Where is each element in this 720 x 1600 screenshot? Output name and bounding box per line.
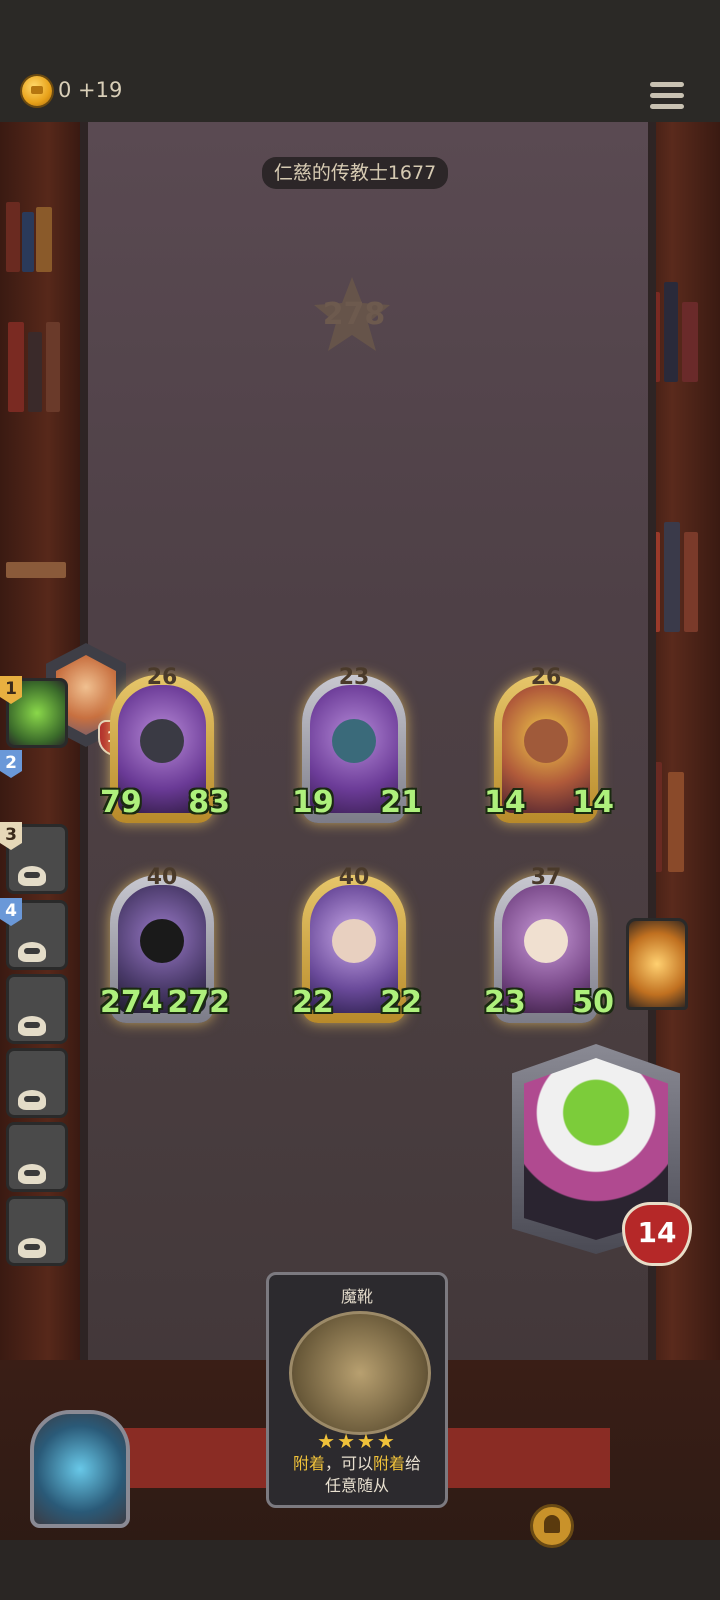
- card-stars: ★★★★: [317, 1429, 397, 1453]
- skull-icon: [18, 942, 46, 962]
- board-minion[interactable]: 40 22 22: [290, 865, 424, 1035]
- gold-counter: 0 +19: [58, 78, 123, 102]
- skull-icon: [18, 1016, 46, 1036]
- opponent-rank: 278: [322, 297, 386, 332]
- skull-icon: [18, 1164, 46, 1184]
- boots-card-art: [289, 1311, 431, 1435]
- board-minion[interactable]: 26 14 14: [482, 665, 616, 835]
- minion-tier: 40: [144, 861, 180, 895]
- menu-icon[interactable]: [650, 82, 684, 116]
- minion-health: 83: [188, 783, 232, 823]
- minion-attack: 23: [482, 983, 526, 1023]
- leaderboard-entry[interactable]: [0, 1120, 68, 1192]
- card-text-part: 给: [405, 1454, 422, 1473]
- skull-icon: [18, 1090, 46, 1110]
- board-minion[interactable]: 40 274 272: [98, 865, 232, 1035]
- minion-attack: 22: [290, 983, 334, 1023]
- card-description: 附着，可以附着给 任意随从: [277, 1453, 437, 1497]
- card-keyword: 附着: [373, 1454, 406, 1473]
- leaderboard-entry[interactable]: [0, 972, 68, 1044]
- minion-health: 14: [572, 783, 616, 823]
- minion-tier: 37: [528, 861, 564, 895]
- minion-tier: 26: [144, 661, 180, 695]
- bell-icon[interactable]: [530, 1504, 574, 1548]
- bottom-bar: [0, 1540, 720, 1600]
- minion-tier: 26: [528, 661, 564, 695]
- skull-icon: [18, 866, 46, 886]
- minion-health: 22: [380, 983, 424, 1023]
- board-minion[interactable]: 37 23 50: [482, 865, 616, 1035]
- board-minion[interactable]: 26 79 83: [98, 665, 232, 835]
- leaderboard-place: 2: [0, 750, 22, 778]
- minion-attack: 79: [98, 783, 142, 823]
- card-title: 魔靴: [340, 1287, 373, 1306]
- minion-attack: 14: [482, 783, 526, 823]
- minion-health: 50: [572, 983, 616, 1023]
- leaderboard-entry[interactable]: [0, 1194, 68, 1266]
- card-text-part: 任意随从: [324, 1476, 389, 1495]
- minion-tier: 23: [336, 661, 372, 695]
- opponent-name: 仁慈的传教士1677: [262, 157, 448, 189]
- top-bar: [0, 0, 720, 125]
- tavern-keeper-portrait[interactable]: [30, 1410, 130, 1528]
- card-text-part: ，可以: [324, 1454, 373, 1473]
- card-keyword: 附着: [292, 1454, 325, 1473]
- leaderboard-entry[interactable]: 4: [0, 898, 68, 970]
- leaderboard-entry[interactable]: 3: [0, 822, 68, 894]
- skull-icon: [18, 1238, 46, 1258]
- minion-tier: 40: [336, 861, 372, 895]
- player-hero-health: 14: [622, 1202, 692, 1266]
- leaderboard-entry[interactable]: 2: [0, 750, 66, 818]
- leaderboard-entry[interactable]: 1: [0, 676, 68, 748]
- minion-attack: 19: [290, 783, 334, 823]
- hand-card[interactable]: 魔靴 ★★★★ 附着，可以附着给 任意随从: [266, 1272, 448, 1508]
- board-minion[interactable]: 23 19 21: [290, 665, 424, 835]
- leaderboard-entry[interactable]: [0, 1046, 68, 1118]
- lantern-icon: [626, 918, 688, 1010]
- minion-attack: 274: [98, 983, 163, 1023]
- minion-health: 272: [167, 983, 232, 1023]
- minion-health: 21: [380, 783, 424, 823]
- gold-coin-icon: [22, 76, 52, 106]
